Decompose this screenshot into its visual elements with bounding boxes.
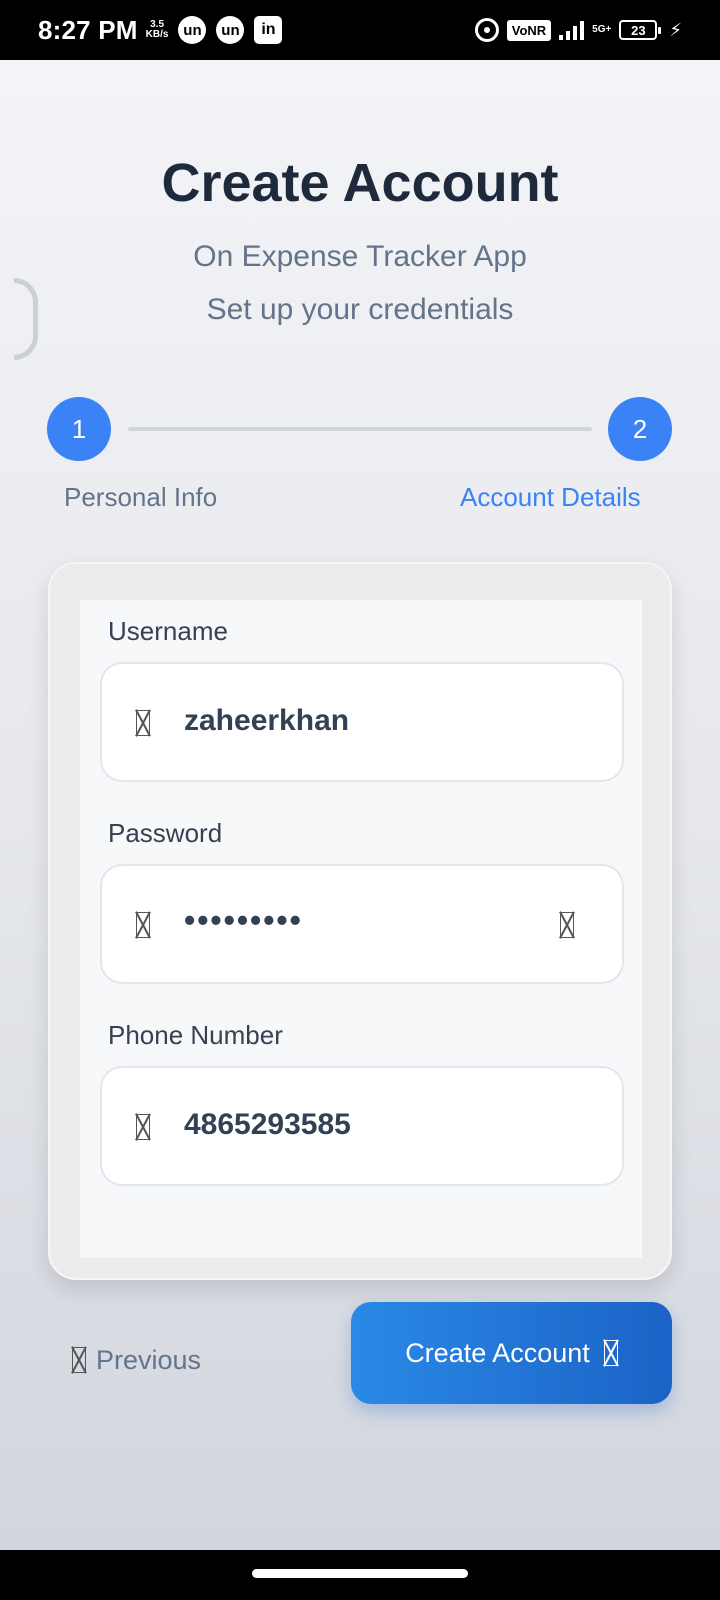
password-value: ••••••••• — [184, 902, 303, 938]
form-body: Username zaheerkhan Password ••••••••• P… — [80, 600, 642, 1258]
phone-label: Phone Number — [108, 1020, 283, 1050]
app-screen: Create Account On Expense Tracker App Se… — [0, 60, 720, 1550]
username-label: Username — [108, 616, 228, 646]
notification-app-icon: un — [216, 16, 245, 44]
step-2-label: Account Details — [460, 482, 641, 512]
notification-app-icon: un — [178, 16, 207, 44]
password-label: Password — [108, 818, 223, 848]
step-1-label: Personal Info — [64, 482, 218, 512]
previous-label: Previous — [96, 1344, 202, 1375]
create-account-label: Create Account — [405, 1337, 590, 1368]
eye-icon[interactable] — [560, 912, 574, 938]
previous-button[interactable]: Previous — [72, 1340, 201, 1380]
network-speed-unit: KB/s — [145, 29, 169, 40]
username-value: zaheerkhan — [184, 704, 350, 737]
user-icon — [136, 710, 150, 736]
form-card: Username zaheerkhan Password ••••••••• P… — [48, 562, 672, 1280]
signal-icon — [559, 20, 585, 40]
linkedin-icon: in — [254, 16, 283, 44]
status-bar: 8:27 PM 3.5 KB/s un un in VoNR 5G+ 23 ⚡ — [0, 0, 720, 60]
phone-icon — [136, 1114, 150, 1140]
phone-field[interactable]: 4865293585 — [100, 1066, 624, 1186]
network-type: 5G+ — [592, 24, 612, 35]
charging-icon: ⚡ — [669, 19, 682, 40]
step-1-circle: 1 — [47, 397, 111, 461]
home-gesture-pill[interactable] — [252, 1569, 468, 1578]
step-connector — [128, 427, 592, 431]
password-field[interactable]: ••••••••• — [100, 864, 624, 984]
page-title: Create Account — [161, 153, 559, 213]
status-right: VoNR 5G+ 23 ⚡ — [474, 18, 682, 42]
phone-value: 4865293585 — [184, 1108, 351, 1141]
vonr-badge: VoNR — [506, 19, 552, 41]
status-left: 8:27 PM 3.5 KB/s un un in — [38, 14, 283, 46]
username-field[interactable]: zaheerkhan — [100, 662, 624, 782]
navigation-bar — [0, 1550, 720, 1600]
battery-icon: 23 — [619, 20, 662, 40]
page-subtitle: On Expense Tracker App — [193, 240, 527, 273]
status-time: 8:27 PM — [38, 14, 138, 45]
arrow-left-icon — [72, 1347, 86, 1373]
page-instruction: Set up your credentials — [206, 293, 514, 326]
arrow-right-icon — [603, 1340, 618, 1366]
step-2-circle: 2 — [608, 397, 672, 461]
lock-icon — [136, 912, 150, 938]
hotspot-icon — [474, 18, 499, 42]
network-speed: 3.5 KB/s — [146, 20, 169, 40]
create-account-button[interactable]: Create Account — [351, 1302, 672, 1404]
